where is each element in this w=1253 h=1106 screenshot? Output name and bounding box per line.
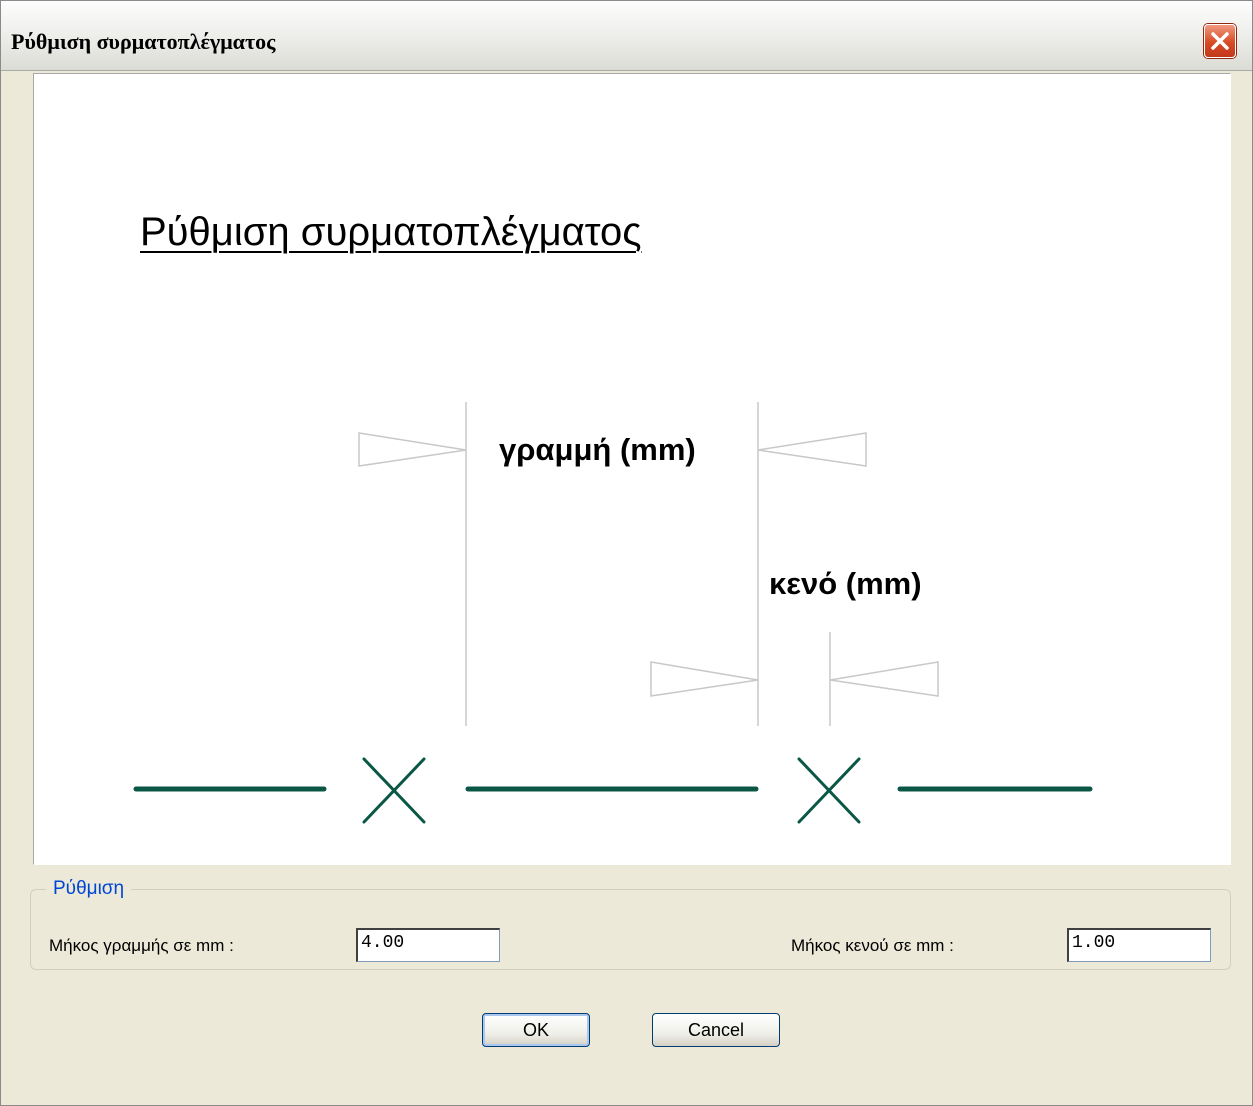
dimension-arrow-right xyxy=(650,661,759,697)
settings-group-label: Ρύθμιση xyxy=(46,878,132,900)
preview-panel: Ρύθμιση συρματοπλέγματος γραμμή (mm) κεν… xyxy=(33,73,1231,865)
ok-button[interactable]: OK xyxy=(482,1013,590,1047)
close-button[interactable] xyxy=(1204,24,1236,58)
wire-fence-diagram xyxy=(133,402,1093,824)
barb-x xyxy=(362,757,426,824)
dimension-arrow-left xyxy=(757,432,867,467)
line-dimension-label: γραμμή (mm) xyxy=(499,432,696,467)
cancel-button[interactable]: Cancel xyxy=(652,1013,780,1047)
line-length-input[interactable]: 4.00 xyxy=(356,928,500,962)
title-bar[interactable]: Ρύθμιση συρματοπλέγματος xyxy=(1,1,1252,71)
window-title: Ρύθμιση συρματοπλέγματος xyxy=(11,29,276,54)
gap-dimension-label: κενό (mm) xyxy=(769,566,922,601)
barb-x xyxy=(797,757,861,824)
fence-line xyxy=(133,757,1093,824)
dimension-arrow-left xyxy=(829,661,939,697)
close-icon xyxy=(1211,32,1229,50)
gap-length-label: Μήκος κενού σε mm : xyxy=(791,936,954,955)
preview-heading: Ρύθμιση συρματοπλέγματος xyxy=(140,210,642,254)
dimension-arrow-right xyxy=(358,432,467,467)
line-length-label: Μήκος γραμμής σε mm : xyxy=(49,936,234,955)
dialog-window: Ρύθμιση συρματοπλέγματος Ρύθμιση συρματο… xyxy=(0,0,1253,1106)
gap-length-input[interactable]: 1.00 xyxy=(1067,928,1211,962)
settings-group xyxy=(30,889,1231,970)
